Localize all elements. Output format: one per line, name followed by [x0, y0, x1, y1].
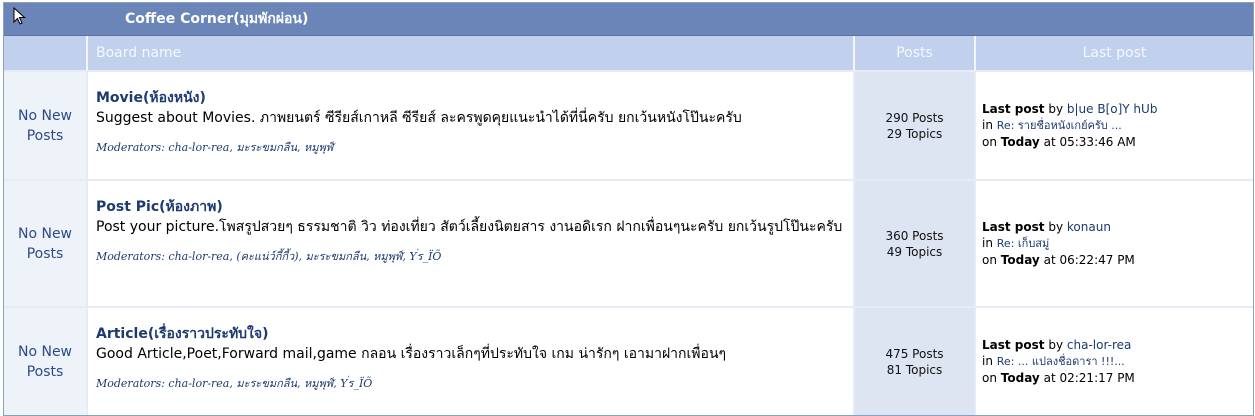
by-label: by	[1048, 338, 1064, 352]
in-label: in	[982, 354, 993, 368]
board-status-line2: Posts	[26, 363, 64, 380]
last-post-thread[interactable]: Re: ... แปลงชื่อดารา !!!...	[997, 355, 1125, 368]
last-post-thread[interactable]: Re: รายชื่อหนังเกย์ครับ ...	[997, 119, 1122, 132]
moderators-label: Moderators:	[96, 250, 165, 263]
post-count: 475 Posts	[885, 346, 944, 361]
board-name-link[interactable]: Post Pic(ห้องภาพ)	[96, 199, 223, 215]
in-label: in	[982, 236, 993, 250]
board-list: Coffee Corner(มุมพักผ่อน) Board name Pos…	[3, 2, 1254, 416]
board-name-link[interactable]: Movie(ห้องหนัง)	[96, 90, 206, 106]
board-info: Article(เรื่องราวประทับใจ) Good Article,…	[88, 308, 855, 415]
at-label: at	[1043, 253, 1056, 267]
board-row: No New Posts Article(เรื่องราวประทับใจ) G…	[4, 306, 1253, 415]
cursor-arrow-icon	[13, 7, 26, 25]
board-moderators: Moderators: cha-lor-rea, มะระขมกลืน, หมู…	[96, 374, 845, 392]
by-label: by	[1048, 102, 1064, 116]
board-stats: 290 Posts 29 Topics	[855, 72, 976, 179]
category-bar[interactable]: Coffee Corner(มุมพักผ่อน)	[4, 3, 1253, 36]
at-label: at	[1043, 135, 1056, 149]
board-row: No New Posts Movie(ห้องหนัง) Suggest abou…	[4, 70, 1253, 179]
last-post-label: Last post	[982, 338, 1045, 352]
on-label: on	[982, 371, 997, 385]
board-last-post: Last post by konaun in Re: เก็บสมู่ on T…	[976, 181, 1253, 306]
board-last-post: Last post by cha-lor-rea in Re: ... แปลง…	[976, 308, 1253, 415]
topic-count: 49 Topics	[886, 244, 943, 259]
last-post-author[interactable]: cha-lor-rea	[1067, 338, 1131, 352]
last-post-thread[interactable]: Re: เก็บสมู่	[997, 237, 1050, 250]
in-label: in	[982, 118, 993, 132]
moderator-links[interactable]: cha-lor-rea, (คะแน่ว์กี้กี้ว), มะระขมกลื…	[168, 250, 441, 263]
board-status-line1: No New	[17, 225, 73, 242]
header-icon-column	[4, 36, 88, 70]
last-post-label: Last post	[982, 220, 1045, 234]
last-post-day: Today	[1000, 371, 1040, 385]
board-name-link[interactable]: Article(เรื่องราวประทับใจ)	[96, 326, 269, 342]
board-description: Suggest about Movies. ภาพยนตร์ ซีรียส์เก…	[96, 110, 742, 126]
moderator-links[interactable]: cha-lor-rea, มะระขมกลืน, หมูพุฬ์	[168, 141, 333, 154]
header-last-post: Last post	[1082, 45, 1147, 61]
last-post-time: 02:21:17 PM	[1059, 371, 1135, 385]
board-status-line1: No New	[17, 343, 73, 360]
board-info: Post Pic(ห้องภาพ) Post your picture.โพสร…	[88, 181, 855, 306]
at-label: at	[1043, 371, 1056, 385]
by-label: by	[1048, 220, 1064, 234]
board-status-line2: Posts	[26, 127, 64, 144]
topic-count: 29 Topics	[886, 126, 943, 141]
on-label: on	[982, 135, 997, 149]
board-stats: 360 Posts 49 Topics	[855, 181, 976, 306]
last-post-author[interactable]: konaun	[1067, 220, 1111, 234]
post-count: 360 Posts	[885, 228, 944, 243]
board-description: Good Article,Poet,Forward mail,game กลอน…	[96, 346, 727, 362]
board-status-line1: No New	[17, 107, 73, 124]
last-post-time: 06:22:47 PM	[1059, 253, 1135, 267]
board-last-post: Last post by b|ue B[o]Y hUb in Re: รายชื…	[976, 72, 1253, 179]
category-title[interactable]: Coffee Corner(มุมพักผ่อน)	[125, 3, 308, 35]
board-status-icon[interactable]: No New Posts	[4, 308, 88, 415]
last-post-day: Today	[1000, 135, 1040, 149]
board-stats: 475 Posts 81 Topics	[855, 308, 976, 415]
topic-count: 81 Topics	[886, 362, 943, 377]
moderators-label: Moderators:	[96, 377, 165, 390]
last-post-author[interactable]: b|ue B[o]Y hUb	[1067, 102, 1158, 116]
moderators-label: Moderators:	[96, 141, 165, 154]
header-board-name: Board name	[88, 36, 855, 70]
moderator-links[interactable]: cha-lor-rea, มะระขมกลืน, หมูพุฬ์, Y่ร_ÏÕ	[168, 377, 372, 390]
board-status-line2: Posts	[26, 245, 64, 262]
board-info: Movie(ห้องหนัง) Suggest about Movies. ภา…	[88, 72, 855, 179]
board-row: No New Posts Post Pic(ห้องภาพ) Post your …	[4, 179, 1253, 306]
board-moderators: Moderators: cha-lor-rea, มะระขมกลืน, หมู…	[96, 138, 845, 156]
last-post-day: Today	[1000, 253, 1040, 267]
last-post-label: Last post	[982, 102, 1045, 116]
board-status-icon[interactable]: No New Posts	[4, 72, 88, 179]
header-posts: Posts	[855, 36, 976, 70]
on-label: on	[982, 253, 997, 267]
board-description: Post your picture.โพสรูปสวยๆ ธรรมชาติ วิ…	[96, 219, 843, 235]
board-status-icon[interactable]: No New Posts	[4, 181, 88, 306]
last-post-time: 05:33:46 AM	[1059, 135, 1136, 149]
board-moderators: Moderators: cha-lor-rea, (คะแน่ว์กี้กี้ว…	[96, 247, 845, 265]
post-count: 290 Posts	[885, 110, 944, 125]
table-header: Board name Posts Last post	[4, 36, 1253, 70]
